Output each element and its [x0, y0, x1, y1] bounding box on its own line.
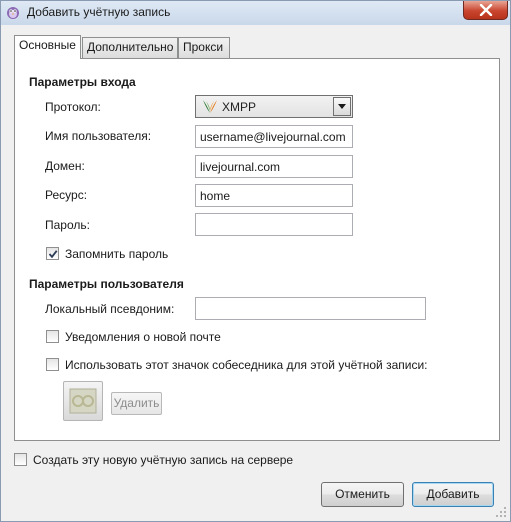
resize-grip-icon[interactable]: [495, 506, 507, 518]
buddy-icon-label: Использовать этот значок собеседника для…: [65, 358, 428, 372]
resource-label: Ресурс:: [45, 188, 88, 202]
password-label: Пароль:: [45, 218, 90, 232]
add-account-dialog: Добавить учётную запись Основные Дополни…: [0, 0, 511, 522]
alias-input[interactable]: [195, 297, 426, 320]
protocol-select[interactable]: XMPP: [195, 95, 353, 118]
tab-advanced-label: Дополнительно: [87, 40, 174, 54]
buddy-icon-button[interactable]: [63, 381, 103, 421]
tab-proxy-label: Прокси: [183, 40, 224, 54]
username-input[interactable]: [195, 125, 353, 148]
create-on-server-checkbox[interactable]: [14, 453, 27, 466]
tab-proxy[interactable]: Прокси: [178, 37, 230, 58]
title-bar: Добавить учётную запись: [1, 1, 510, 25]
domain-input[interactable]: [195, 155, 353, 178]
protocol-value: XMPP: [222, 100, 257, 114]
buddy-icon-placeholder: [69, 388, 97, 414]
add-button[interactable]: Добавить: [412, 482, 494, 507]
basic-tab-panel: Параметры входа Протокол: XMPP Имя польз…: [14, 58, 500, 441]
protocol-dropdown-button[interactable]: [333, 97, 351, 116]
tab-basic[interactable]: Основные: [14, 35, 81, 59]
alias-label: Локальный псевдоним:: [45, 302, 175, 316]
remember-password-label: Запомнить пароль: [65, 247, 169, 261]
username-label: Имя пользователя:: [45, 129, 152, 143]
create-on-server-label: Создать эту новую учётную запись на серв…: [33, 453, 294, 467]
tab-advanced[interactable]: Дополнительно: [82, 37, 178, 58]
close-icon: [479, 4, 493, 16]
xmpp-icon: [202, 99, 218, 117]
remember-password-checkbox[interactable]: [46, 247, 59, 260]
close-button[interactable]: [463, 1, 508, 20]
cancel-button[interactable]: Отменить: [321, 482, 404, 507]
password-input[interactable]: [195, 213, 353, 236]
user-section-title: Параметры пользователя: [29, 277, 184, 291]
chevron-down-icon: [338, 104, 346, 109]
login-section-title: Параметры входа: [29, 75, 136, 89]
remove-icon-button[interactable]: Удалить: [111, 392, 162, 415]
protocol-label: Протокол:: [45, 100, 101, 114]
new-mail-checkbox[interactable]: [46, 330, 59, 343]
checkmark-icon: [48, 250, 58, 259]
window-title: Добавить учётную запись: [27, 5, 171, 19]
new-mail-label: Уведомления о новой почте: [65, 330, 221, 344]
resource-input[interactable]: [195, 184, 353, 207]
pidgin-app-icon: [5, 4, 21, 20]
buddy-icon-checkbox[interactable]: [46, 358, 59, 371]
domain-label: Домен:: [45, 159, 85, 173]
tab-basic-label: Основные: [19, 38, 76, 52]
